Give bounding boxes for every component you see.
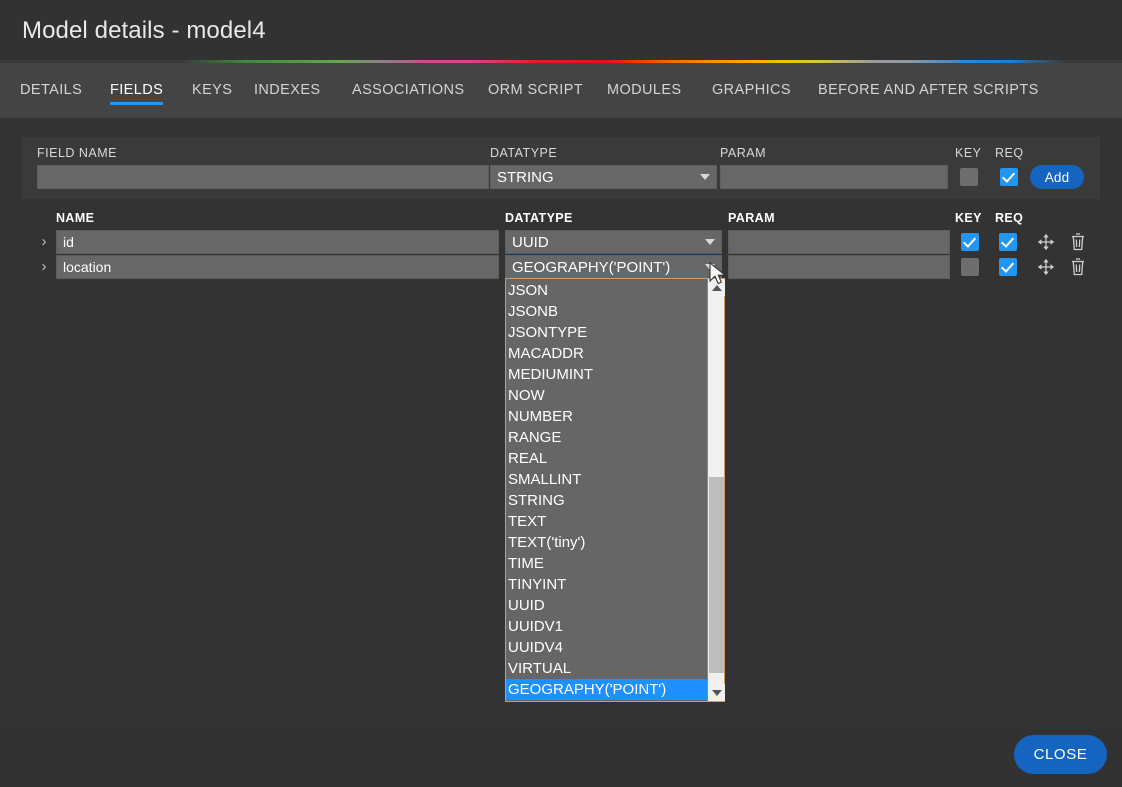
datatype-dropdown-list[interactable]: JSONJSONBJSONTYPEMACADDRMEDIUMINTNOWNUMB… [505,278,725,702]
field-datatype-select[interactable]: UUID [505,230,722,254]
table-row: › GEOGRAPHY('POINT') [0,254,1122,279]
field-req-checkbox[interactable] [999,258,1017,276]
dropdown-option[interactable]: TIME [506,553,707,574]
tab-keys[interactable]: KEYS [192,63,232,118]
triangle-down-icon[interactable] [708,684,725,701]
dropdown-option[interactable]: MACADDR [506,343,707,364]
chevron-down-icon [699,231,721,253]
col-header-param: PARAM [728,211,775,225]
label-key: KEY [955,146,982,160]
add-field-panel: FIELD NAME DATATYPE PARAM KEY REQ STRING… [22,137,1100,199]
tab-label: ORM SCRIPT [488,82,583,98]
add-field-button[interactable]: Add [1030,165,1084,189]
tab-label: DETAILS [20,82,82,98]
label-param: PARAM [720,146,766,160]
label-field-name: FIELD NAME [37,146,117,160]
dropdown-option[interactable]: JSON [506,280,707,301]
table-row: › UUID [0,229,1122,254]
field-datatype-select[interactable]: GEOGRAPHY('POINT') [505,255,722,279]
dropdown-option[interactable]: JSONB [506,301,707,322]
col-header-key: KEY [955,211,982,225]
col-header-req: REQ [995,211,1023,225]
tab-active-underline [110,102,163,105]
field-name-input[interactable] [56,255,499,279]
col-header-name: NAME [56,211,94,225]
tab-label: FIELDS [110,82,163,98]
dropdown-option[interactable]: JSONTYPE [506,322,707,343]
field-key-checkbox[interactable] [961,258,979,276]
dropdown-option[interactable]: RANGE [506,427,707,448]
new-field-param-input[interactable] [720,165,948,189]
dropdown-option[interactable]: UUIDV1 [506,616,707,637]
dropdown-option[interactable]: REAL [506,448,707,469]
label-req: REQ [995,146,1024,160]
tab-bar: DETAILS FIELDS KEYS INDEXES ASSOCIATIONS ORM … [0,63,1122,118]
dropdown-option[interactable]: VIRTUAL [506,658,707,679]
tab-before-and-after-scripts[interactable]: BEFORE AND AFTER SCRIPTS [818,63,1039,118]
tab-label: KEYS [192,82,232,98]
chevron-down-icon [699,256,721,278]
tab-details[interactable]: DETAILS [20,63,82,118]
dropdown-option[interactable]: NOW [506,385,707,406]
expand-row-icon[interactable]: › [37,229,51,254]
dropdown-option[interactable]: TEXT('tiny') [506,532,707,553]
tab-label: INDEXES [254,82,320,98]
dropdown-option[interactable]: NUMBER [506,406,707,427]
dropdown-option[interactable]: SMALLINT [506,469,707,490]
datatype-dropdown-options: JSONJSONBJSONTYPEMACADDRMEDIUMINTNOWNUMB… [506,279,707,701]
new-field-key-checkbox[interactable] [960,168,978,186]
move-icon[interactable] [1035,254,1057,279]
tab-graphics[interactable]: GRAPHICS [712,63,791,118]
field-datatype-value: GEOGRAPHY('POINT') [506,259,699,276]
model-details-dialog: Model details - model4 DETAILSFIELDSKEYS… [0,0,1122,787]
trash-icon[interactable] [1067,254,1089,279]
tab-associations[interactable]: ASSOCIATIONS [352,63,465,118]
dialog-footer [0,722,1122,787]
close-button[interactable]: CLOSE [1014,735,1107,774]
trash-icon[interactable] [1067,229,1089,254]
label-datatype: DATATYPE [490,146,557,160]
tab-fields[interactable]: FIELDS [110,63,163,118]
dropdown-option[interactable]: STRING [506,490,707,511]
tab-label: MODULES [607,82,682,98]
triangle-up-icon[interactable] [708,279,725,296]
new-field-datatype-value: STRING [491,169,694,186]
dropdown-option[interactable]: UUIDV4 [506,637,707,658]
tab-modules[interactable]: MODULES [607,63,682,118]
chevron-down-icon [694,166,716,188]
move-icon[interactable] [1035,229,1057,254]
field-datatype-value: UUID [506,234,699,251]
field-name-input[interactable] [56,230,499,254]
new-field-datatype-select[interactable]: STRING [490,165,717,189]
expand-row-icon[interactable]: › [37,254,51,279]
dialog-titlebar: Model details - model4 [0,0,1122,60]
fields-table-header: NAME DATATYPE PARAM KEY REQ [0,211,1122,227]
field-key-checkbox[interactable] [961,233,979,251]
field-param-input[interactable] [728,230,950,254]
dropdown-scrollbar[interactable] [707,279,724,701]
new-field-name-input[interactable] [37,165,489,189]
tab-indexes[interactable]: INDEXES [254,63,320,118]
col-header-datatype: DATATYPE [505,211,573,225]
dropdown-scrollbar-thumb[interactable] [709,477,724,673]
dropdown-option[interactable]: GEOGRAPHY('POINT') [506,679,707,700]
tab-orm-script[interactable]: ORM SCRIPT [488,63,583,118]
tab-label: GRAPHICS [712,82,791,98]
new-field-req-checkbox[interactable] [1000,168,1018,186]
dropdown-option[interactable]: TINYINT [506,574,707,595]
dropdown-option[interactable]: TEXT [506,511,707,532]
tab-label: ASSOCIATIONS [352,82,465,98]
tab-label: BEFORE AND AFTER SCRIPTS [818,82,1039,98]
field-req-checkbox[interactable] [999,233,1017,251]
dropdown-option[interactable]: UUID [506,595,707,616]
field-param-input[interactable] [728,255,950,279]
dropdown-option[interactable]: MEDIUMINT [506,364,707,385]
dialog-title: Model details - model4 [22,17,266,45]
